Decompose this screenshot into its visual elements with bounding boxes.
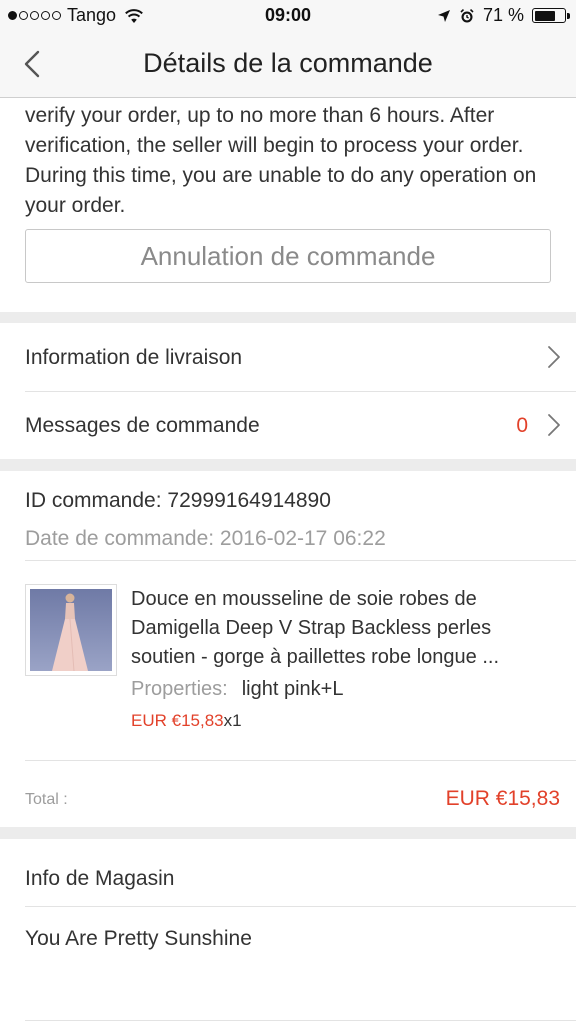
product-quantity: x1 [223, 711, 242, 730]
alarm-clock-icon [460, 8, 474, 22]
location-arrow-icon [437, 9, 450, 22]
product-title[interactable]: Douce en mousseline de soie robes de Dam… [131, 585, 551, 672]
chevron-right-icon [548, 346, 560, 368]
product-price-line: EUR €15,83x1 [131, 711, 242, 731]
store-section-title: Info de Magasin [25, 867, 175, 890]
order-messages-label: Messages de commande [25, 414, 260, 437]
dress-image [30, 589, 112, 672]
properties-label: Properties: [131, 678, 228, 700]
order-date: Date de commande: 2016-02-17 06:22 [25, 527, 386, 550]
product-price: EUR €15,83 [131, 711, 224, 730]
delivery-info-row[interactable]: Information de livraison [0, 323, 576, 391]
row-divider [25, 760, 576, 761]
battery-icon [532, 8, 570, 23]
status-bar: Tango 09:00 71 % [0, 0, 576, 32]
product-properties: Properties: light pink+L [131, 678, 343, 701]
status-right: 71 % [437, 5, 570, 26]
battery-percent: 71 % [482, 5, 524, 25]
order-messages-row[interactable]: Messages de commande 0 [0, 392, 576, 459]
page-title: Détails de la commande [143, 48, 433, 78]
section-separator [0, 312, 576, 323]
navigation-bar: Détails de la commande [0, 32, 576, 98]
verification-notice: verify your order, up to no more than 6 … [25, 104, 537, 217]
section-separator [0, 827, 576, 839]
row-divider [25, 906, 576, 907]
section-separator [0, 459, 576, 471]
row-divider [25, 560, 576, 561]
row-divider [25, 1020, 576, 1021]
cancel-order-button[interactable]: Annulation de commande [25, 229, 551, 283]
chevron-right-icon [548, 414, 560, 436]
order-id: ID commande: 72999164914890 [25, 489, 331, 512]
battery-fill [534, 10, 556, 21]
total-value: EUR €15,83 [445, 787, 560, 810]
store-name[interactable]: You Are Pretty Sunshine [25, 927, 252, 951]
messages-count-badge: 0 [516, 414, 528, 437]
total-label: Total : [25, 791, 68, 808]
properties-value: light pink+L [241, 678, 344, 700]
delivery-info-label: Information de livraison [25, 346, 243, 369]
product-thumbnail[interactable] [25, 584, 117, 676]
